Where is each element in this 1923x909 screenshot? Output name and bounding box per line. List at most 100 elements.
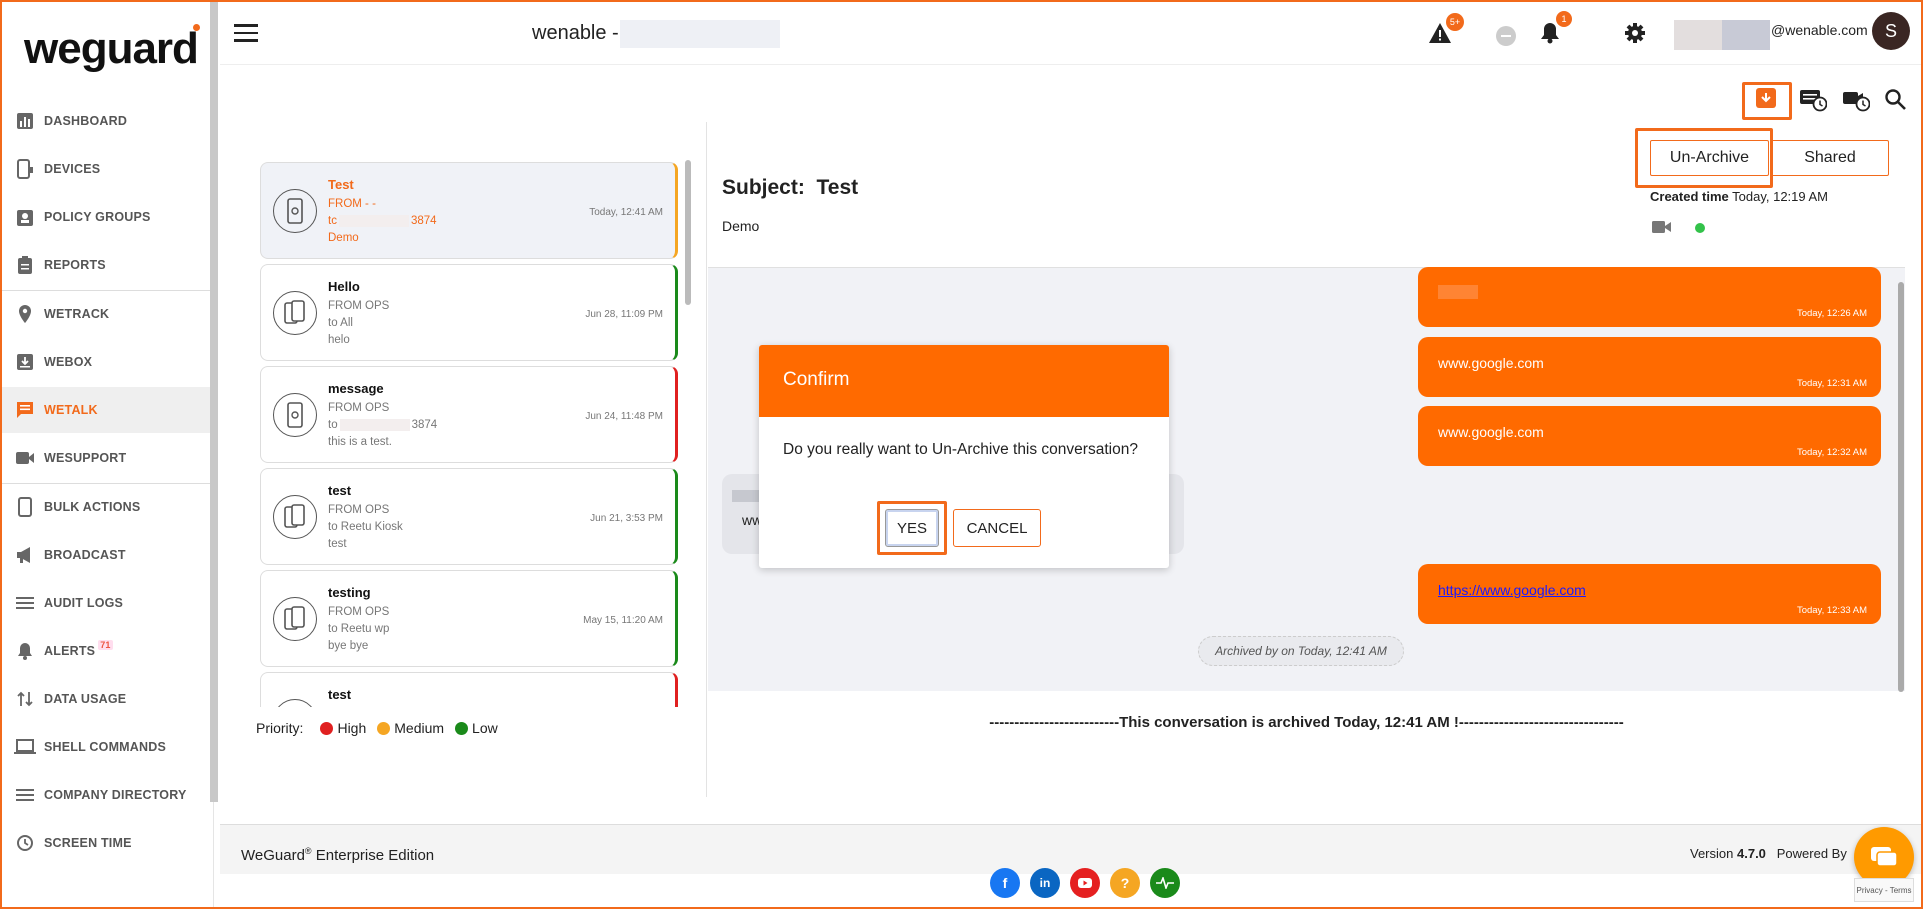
edition-label: WeGuard® Enterprise Edition (241, 846, 435, 864)
conversation-item[interactable]: Test FROM - - tc 3874 Demo Today, 12:41 A… (260, 162, 678, 259)
sidebar-item-label: ALERTS (44, 644, 96, 658)
sidebar-item-label: SHELL COMMANDS (44, 740, 167, 754)
conversation-item[interactable]: message FROM OPS to 3874 this is a test. … (260, 366, 678, 463)
list-icon (14, 592, 36, 614)
sidebar-scrollbar[interactable] (210, 2, 218, 802)
sidebar-item-label: WESUPPORT (44, 451, 127, 465)
message-time: Today, 12:32 AM (1796, 447, 1867, 458)
sidebar-item-webox[interactable]: WEBOX (2, 339, 214, 385)
chat-scrollbar[interactable] (1898, 282, 1904, 692)
dashboard-icon (14, 110, 36, 132)
sidebar-item-label: DEVICES (44, 162, 101, 176)
sidebar-item-audit-logs[interactable]: AUDIT LOGS (2, 580, 214, 626)
sidebar-item-bulk-actions[interactable]: BULK ACTIONS (2, 484, 214, 530)
sidebar-item-shell-commands[interactable]: SHELL COMMANDS (2, 724, 214, 770)
sidebar-item-label: AUDIT LOGS (44, 596, 124, 610)
location-pin-icon (14, 303, 36, 325)
sidebar-item-label: REPORTS (44, 258, 106, 272)
webox-icon (14, 351, 36, 373)
sidebar-item-label: DASHBOARD (44, 114, 128, 128)
version-label: Version 4.7.0 Powered By (1690, 846, 1847, 861)
sidebar-item-label: SCREEN TIME (44, 836, 132, 850)
sidebar-item-label: POLICY GROUPS (44, 210, 151, 224)
search-icon[interactable] (1884, 88, 1906, 115)
conversation-title: testing (328, 585, 371, 600)
sidebar-item-data-usage[interactable]: DATA USAGE (2, 676, 214, 722)
sidebar-item-screen-time[interactable]: SCREEN TIME (2, 820, 214, 866)
confirm-dialog: Confirm Do you really want to Un-Archive… (759, 345, 1169, 568)
conversation-from: FROM OPS (328, 300, 390, 312)
alerts-count-badge: 71 (98, 640, 113, 650)
cancel-button[interactable]: CANCEL (953, 509, 1041, 547)
sidebar-item-reports[interactable]: REPORTS (2, 242, 214, 288)
gear-icon[interactable] (1624, 22, 1646, 49)
linkedin-icon[interactable]: in (1030, 868, 1060, 898)
conversation-title: test (328, 687, 352, 702)
conversation-list-scrollbar[interactable] (685, 160, 691, 305)
sidebar-item-company-directory[interactable]: COMPANY DIRECTORY (2, 772, 214, 818)
pane-divider (706, 122, 707, 797)
app-frame: weguard DASHBOARD DEVICES POLICY GROUPS … (0, 0, 1923, 909)
sidebar-item-policy-groups[interactable]: POLICY GROUPS (2, 194, 214, 240)
conversation-item[interactable]: test FROM OPS to Reetu Kiosk test Jun 21… (260, 468, 678, 565)
sidebar-item-broadcast[interactable]: BROADCAST (2, 532, 214, 578)
conversation-item[interactable]: testing FROM OPS to Reetu wp bye bye May… (260, 570, 678, 667)
help-icon[interactable]: ? (1110, 868, 1140, 898)
conversation-preview: this is a test. (328, 436, 392, 448)
conversation-preview: Demo (328, 232, 359, 244)
priority-legend: Priority: High Medium Low (256, 720, 498, 736)
alert-bell-icon (14, 640, 36, 662)
highlight-archive-icon (1742, 82, 1792, 120)
bell-icon[interactable] (1540, 22, 1560, 49)
conversation-to: to All (328, 317, 353, 329)
weguard-logo[interactable]: weguard (24, 24, 200, 74)
message-link[interactable]: https://www.google.com (1438, 582, 1586, 598)
online-status-dot (1695, 223, 1705, 233)
sidebar-item-label: COMPANY DIRECTORY (44, 788, 187, 802)
shared-button[interactable]: Shared (1771, 140, 1889, 176)
conversation-date: Jun 21, 3:53 PM (590, 513, 663, 524)
history-icon (14, 832, 36, 854)
org-name-redacted (620, 20, 780, 48)
facebook-icon[interactable]: f (990, 868, 1020, 898)
sidebar-item-label: WETRACK (44, 307, 110, 321)
priority-low-label: Low (472, 720, 498, 736)
sidebar-item-wetalk[interactable]: WETALK (2, 387, 214, 433)
outgoing-message: https://www.google.com Today, 12:33 AM (1418, 564, 1881, 624)
chat-icon (14, 399, 36, 421)
outgoing-message: Today, 12:26 AM (1418, 267, 1881, 327)
status-pulse-icon[interactable] (1150, 868, 1180, 898)
hamburger-menu-icon[interactable] (234, 24, 258, 44)
dialog-message: Do you really want to Un-Archive this co… (783, 441, 1138, 458)
conversation-to: tc 3874 (328, 215, 437, 228)
conversation-from: FROM OPS (328, 402, 390, 414)
message-text: www.google.com (1438, 355, 1544, 371)
status-dnd-icon[interactable] (1496, 26, 1516, 46)
video-call-icon[interactable] (1652, 220, 1672, 239)
conversation-item[interactable]: Hello FROM OPS to All helo Jun 28, 11:09… (260, 264, 678, 361)
sidebar-item-label: DATA USAGE (44, 692, 127, 706)
scheduled-video-icon[interactable] (1842, 88, 1871, 117)
scheduled-message-icon[interactable] (1799, 88, 1828, 117)
recaptcha-badge[interactable]: Privacy - Terms (1854, 878, 1914, 902)
sidebar-item-devices[interactable]: DEVICES (2, 146, 214, 192)
conversation-subtitle: Demo (722, 218, 760, 234)
devices-avatar-icon (273, 495, 317, 539)
devices-icon (14, 158, 36, 180)
device-avatar-icon (273, 189, 317, 233)
archived-banner: --------------------------This conversat… (989, 714, 1624, 731)
devices-avatar-icon (273, 291, 317, 335)
dialog-title: Confirm (783, 369, 850, 390)
conversation-title: Test (328, 177, 354, 192)
sidebar-item-alerts[interactable]: ALERTS 71 (2, 628, 214, 674)
sender-redacted (732, 490, 762, 502)
priority-high-label: High (337, 720, 367, 736)
youtube-icon[interactable] (1070, 868, 1100, 898)
avatar[interactable]: S (1872, 12, 1910, 50)
sidebar-item-wesupport[interactable]: WESUPPORT (2, 435, 214, 481)
conversation-item[interactable]: test (260, 672, 678, 707)
sidebar-item-wetrack[interactable]: WETRACK (2, 291, 214, 337)
outgoing-message: www.google.com Today, 12:31 AM (1418, 337, 1881, 397)
conversation-preview: helo (328, 334, 350, 346)
sidebar-item-dashboard[interactable]: DASHBOARD (2, 98, 214, 144)
